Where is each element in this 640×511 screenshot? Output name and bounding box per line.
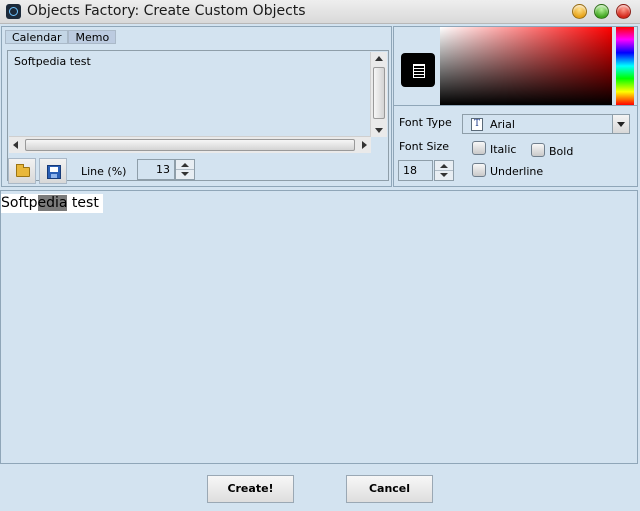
hue-slider[interactable]: [616, 27, 634, 105]
maximize-button[interactable]: [594, 4, 609, 19]
floppy-disk-icon: [47, 165, 61, 179]
chevron-down-icon[interactable]: [612, 115, 629, 133]
font-color-panel: Font Type T Arial Font Size 18 Italic Bo…: [393, 26, 638, 187]
memo-panel: Calendar Memo Softpedia test Line (%) 13: [1, 26, 392, 187]
app-icon: [6, 4, 21, 19]
tab-strip: Calendar Memo: [5, 30, 117, 44]
line-percent-label: Line (%): [81, 165, 127, 178]
font-size-input[interactable]: 18: [398, 160, 433, 181]
scroll-left-icon[interactable]: [13, 141, 18, 149]
selected-color-swatch[interactable]: [401, 53, 435, 87]
preview-area: Softpedia test: [0, 190, 638, 464]
line-decrement-icon[interactable]: [176, 170, 194, 180]
horizontal-scroll-thumb[interactable]: [25, 139, 355, 151]
preview-text-end: test: [67, 195, 99, 211]
color-picker-area[interactable]: [440, 27, 612, 105]
font-type-dropdown[interactable]: T Arial: [462, 114, 630, 134]
title-bar: Objects Factory: Create Custom Objects: [0, 0, 640, 24]
tab-calendar[interactable]: Calendar: [5, 30, 69, 44]
save-file-button[interactable]: [39, 158, 67, 184]
size-increment-icon[interactable]: [435, 161, 453, 171]
tab-memo[interactable]: Memo: [68, 30, 117, 44]
bold-label: Bold: [549, 145, 574, 158]
bold-checkbox[interactable]: [531, 143, 545, 157]
preview-text: Softpedia test: [1, 194, 103, 213]
create-button[interactable]: Create!: [207, 475, 294, 503]
font-icon: T: [471, 118, 483, 131]
font-size-label: Font Size: [399, 140, 450, 153]
underline-checkbox[interactable]: [472, 163, 486, 177]
scroll-up-icon[interactable]: [375, 56, 383, 61]
vertical-scrollbar[interactable]: [370, 52, 387, 137]
folder-open-icon: [16, 164, 30, 177]
line-increment-icon[interactable]: [176, 160, 194, 170]
horizontal-scrollbar[interactable]: [9, 136, 371, 153]
font-type-value: Arial: [490, 118, 515, 131]
panel-divider: [394, 105, 637, 106]
line-percent-stepper[interactable]: [175, 159, 195, 180]
memo-text: Softpedia test: [14, 55, 91, 68]
font-size-stepper[interactable]: [434, 160, 454, 181]
window-title: Objects Factory: Create Custom Objects: [27, 3, 306, 19]
italic-label: Italic: [490, 143, 517, 156]
open-file-button[interactable]: [8, 158, 36, 184]
size-decrement-icon[interactable]: [435, 171, 453, 181]
scroll-right-icon[interactable]: [362, 141, 367, 149]
preview-text-start: Softp: [1, 195, 38, 211]
underline-label: Underline: [490, 165, 544, 178]
preview-text-selection: edia: [37, 195, 68, 211]
font-type-label: Font Type: [399, 116, 452, 129]
memo-toolbar: Line (%) 13: [7, 157, 389, 184]
scroll-down-icon[interactable]: [375, 128, 383, 133]
vertical-scroll-thumb[interactable]: [373, 67, 385, 119]
minimize-button[interactable]: [572, 4, 587, 19]
italic-checkbox[interactable]: [472, 141, 486, 155]
close-button[interactable]: [616, 4, 631, 19]
cancel-button[interactable]: Cancel: [346, 475, 433, 503]
line-percent-input[interactable]: 13: [137, 159, 175, 180]
